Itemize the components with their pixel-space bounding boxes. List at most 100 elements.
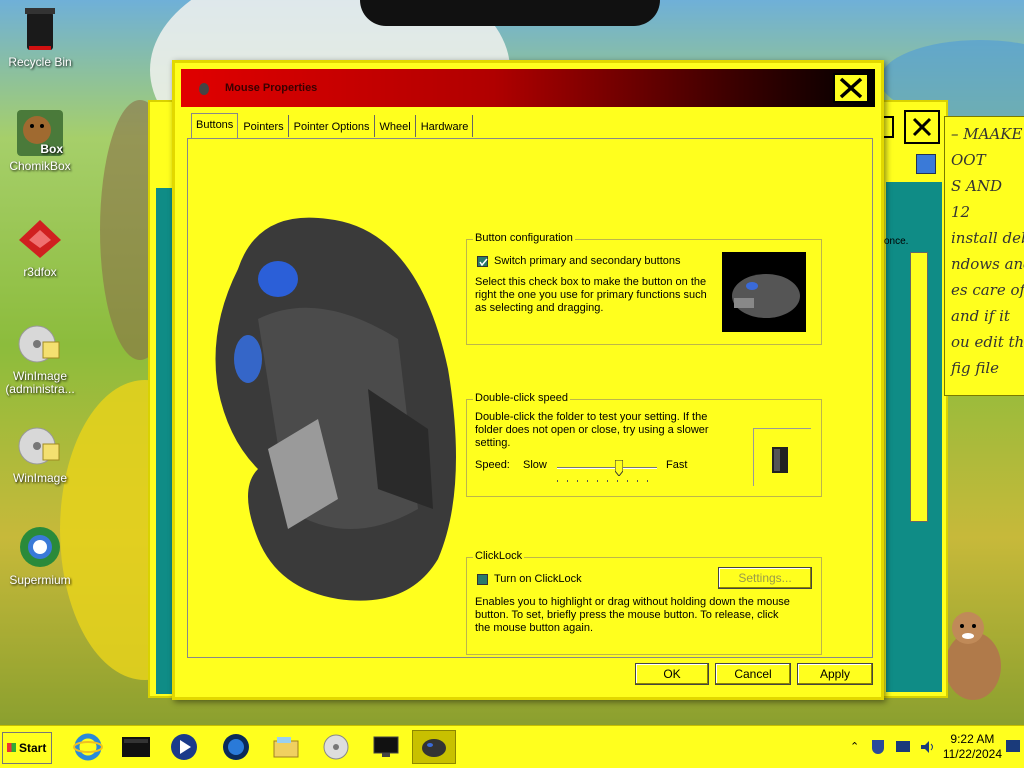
- chomikbox-badge: Box: [40, 142, 63, 156]
- clock-date: 11/22/2024: [942, 747, 1002, 761]
- note-line: ndows and: [951, 255, 1024, 273]
- start-label: Start: [19, 741, 47, 755]
- monitor-icon: [373, 736, 399, 757]
- start-button[interactable]: Start: [2, 732, 52, 764]
- desktop-icon-recycle-bin[interactable]: Recycle Bin: [0, 6, 80, 69]
- note-line: ou edit the: [951, 333, 1024, 351]
- desktop-icon-label: Supermium: [9, 573, 71, 587]
- close-icon: [912, 117, 932, 137]
- hamster-image: [940, 604, 1006, 704]
- note-line: install deb: [951, 229, 1024, 247]
- supermium-icon: [17, 524, 63, 570]
- apply-button[interactable]: Apply: [797, 663, 873, 685]
- chomikbox-icon: Box: [17, 110, 63, 156]
- clicklock-label[interactable]: Turn on ClickLock: [494, 573, 582, 586]
- mouse-illustration: [198, 189, 468, 609]
- note-line: S AND: [951, 177, 1003, 195]
- globe-icon: [223, 734, 249, 760]
- button-configuration-group: Button configuration Switch primary and …: [466, 232, 822, 345]
- tab-pointer-options[interactable]: Pointer Options: [290, 115, 375, 137]
- system-clock[interactable]: 9:22 AM 11/22/2024: [943, 732, 1002, 762]
- group-legend: Double-click speed: [473, 392, 570, 404]
- switch-buttons-checkbox[interactable]: [477, 256, 488, 267]
- tray-network-icon[interactable]: [896, 741, 910, 752]
- taskbar-folder[interactable]: [264, 730, 308, 764]
- window-title: Mouse Properties: [225, 82, 318, 94]
- close-icon: [839, 77, 863, 99]
- taskbar-monitor[interactable]: [364, 730, 408, 764]
- background-scrollbar[interactable]: [910, 252, 928, 522]
- desktop-icon-chomikbox[interactable]: Box ChomikBox: [0, 110, 80, 173]
- tab-pointers[interactable]: Pointers: [239, 115, 289, 137]
- clicklock-description: Enables you to highlight or drag without…: [475, 596, 790, 634]
- title-bar[interactable]: Mouse Properties: [181, 69, 875, 107]
- fast-label: Fast: [666, 459, 688, 471]
- chevron-up-icon: ⌃: [850, 741, 860, 753]
- group-legend: Button configuration: [473, 232, 575, 244]
- button-config-description: Select this check box to make the button…: [475, 276, 707, 314]
- r3dfox-icon: [17, 216, 63, 262]
- cancel-button[interactable]: Cancel: [715, 663, 791, 685]
- desktop-icon-label: WinImage: [12, 471, 68, 485]
- slow-label: Slow: [523, 459, 547, 471]
- note-line: – MAAKE: [951, 125, 1023, 143]
- desktop-icon-winimage-admin[interactable]: WinImage (administra...: [0, 320, 80, 396]
- taskbar: Start ⌃ 9:22 AM 11/22/2024: [0, 725, 1024, 768]
- taskbar-globe[interactable]: [214, 730, 258, 764]
- internet-explorer-icon: [73, 733, 103, 761]
- terminal-icon: [122, 737, 150, 757]
- taskbar-media-player[interactable]: [162, 730, 206, 764]
- show-hidden-icons-button[interactable]: ⌃: [850, 740, 859, 753]
- background-note-text: – MAAKE OOT S AND 12 install deb ndows a…: [944, 116, 1024, 396]
- double-click-speed-group: Double-click speed Double-click the fold…: [466, 392, 822, 497]
- speed-label: Speed:: [475, 459, 510, 471]
- taskbar-terminal[interactable]: [114, 730, 158, 764]
- clicklock-group: ClickLock Turn on ClickLock Settings... …: [466, 550, 822, 655]
- tray-volume-icon[interactable]: [920, 740, 936, 757]
- note-line: OOT: [951, 151, 986, 169]
- ok-button[interactable]: OK: [635, 663, 709, 685]
- desktop-icon-supermium[interactable]: Supermium: [0, 524, 80, 587]
- switch-buttons-label[interactable]: Switch primary and secondary buttons: [494, 255, 680, 268]
- note-line: es care of: [951, 281, 1024, 299]
- clicklock-checkbox[interactable]: [477, 574, 488, 585]
- slider-thumb[interactable]: [614, 459, 624, 477]
- checkmark-icon: [479, 258, 488, 267]
- group-legend: ClickLock: [473, 550, 525, 562]
- background-partial-label: once.: [884, 236, 909, 247]
- winimage-admin-icon: [17, 320, 63, 366]
- folder-icon: [273, 737, 299, 758]
- background-close-button[interactable]: [904, 110, 940, 144]
- taskbar-disc[interactable]: [314, 730, 358, 764]
- desktop-icon-label: WinImage (administra...: [5, 369, 75, 396]
- tab-strip: Buttons Pointers Pointer Options Wheel H…: [191, 113, 474, 139]
- close-button[interactable]: [833, 73, 869, 103]
- recycle-bin-icon: [17, 6, 63, 52]
- mouse-preview-image: [722, 252, 806, 332]
- desktop-icon-winimage[interactable]: WinImage: [0, 422, 80, 485]
- clock-time: 9:22 AM: [950, 732, 995, 746]
- show-desktop-button[interactable]: [1006, 740, 1020, 752]
- taskbar-mouse-properties[interactable]: [412, 730, 456, 764]
- background-search-icon[interactable]: [916, 154, 936, 174]
- test-folder-icon[interactable]: [753, 428, 811, 486]
- mouse-properties-dialog[interactable]: Mouse Properties Buttons Pointers Pointe…: [172, 60, 884, 700]
- double-click-description: Double-click the folder to test your set…: [475, 411, 709, 449]
- desktop-icon-label: r3dfox: [23, 265, 57, 279]
- tab-hardware[interactable]: Hardware: [417, 115, 474, 137]
- note-line: fig file: [951, 359, 1000, 377]
- taskbar-internet-explorer[interactable]: [66, 730, 110, 764]
- note-line: and if it: [951, 307, 1010, 325]
- media-player-icon: [171, 734, 197, 760]
- desktop-icon-r3dfox[interactable]: r3dfox: [0, 216, 80, 279]
- double-click-speed-slider[interactable]: [557, 459, 659, 484]
- clicklock-settings-button[interactable]: Settings...: [718, 567, 812, 589]
- tab-wheel[interactable]: Wheel: [376, 115, 416, 137]
- winimage-icon: [17, 422, 63, 468]
- disc-icon: [323, 734, 349, 760]
- mouse-icon: [197, 81, 211, 95]
- tab-buttons[interactable]: Buttons: [191, 113, 239, 138]
- tray-shield-icon[interactable]: [872, 740, 884, 754]
- note-line: 12: [951, 203, 971, 221]
- buttons-tab-panel: Button configuration Switch primary and …: [187, 138, 873, 658]
